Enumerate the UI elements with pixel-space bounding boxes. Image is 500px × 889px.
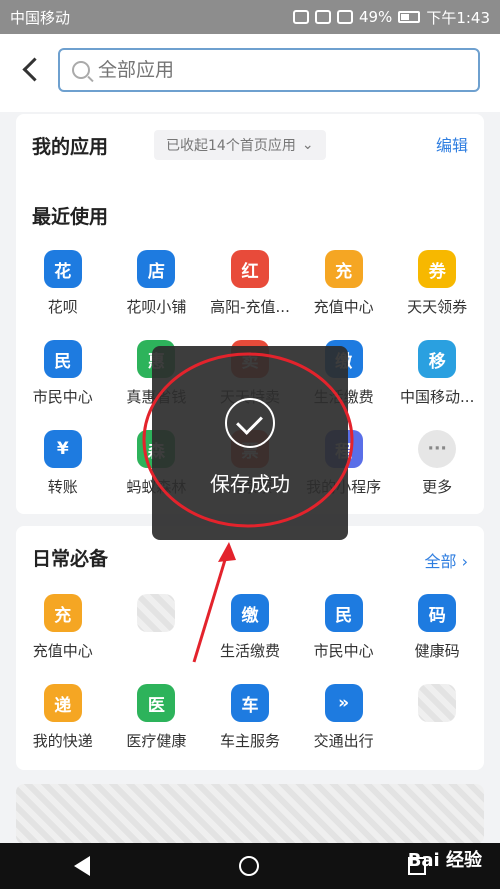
daily-title: 日常必备: [32, 548, 109, 570]
app-label: 高阳-充值...: [210, 298, 290, 316]
app-item[interactable]: 医医疗健康: [110, 678, 204, 768]
citizen-center-icon: 民: [43, 340, 82, 378]
watermark: Bai 经验: [407, 850, 482, 871]
home-nav-icon[interactable]: [238, 856, 259, 876]
coupon-icon: 券: [418, 250, 457, 288]
app-item[interactable]: 移中国移动...: [390, 334, 484, 424]
app-item[interactable]: 码健康码: [390, 588, 484, 678]
clock: 下午1:43: [426, 8, 490, 27]
red-envelope-icon: 红: [230, 250, 269, 288]
back-button[interactable]: [18, 56, 46, 84]
status-icons: 49% 下午1:43: [292, 7, 490, 28]
more-icon: ···: [418, 430, 457, 468]
huabei-icon: 花: [43, 250, 82, 288]
china-mobile-icon: 移: [418, 340, 457, 378]
search-box[interactable]: [58, 48, 480, 92]
save-success-toast: 保存成功: [152, 346, 348, 540]
blurred-section: [16, 784, 484, 844]
search-icon: [72, 61, 90, 79]
app-label: 充值中心: [313, 298, 374, 316]
wifi-icon: [336, 10, 353, 24]
citizen-center-icon: 民: [324, 594, 363, 632]
blurred-app-icon: [137, 594, 176, 632]
health-code-icon: 码: [418, 594, 457, 632]
hd-icon: [314, 10, 331, 24]
collapsed-apps-label: 已收起14个首页应用: [166, 138, 296, 154]
app-item[interactable]: 店花呗小铺: [110, 244, 204, 334]
huabei-shop-icon: 店: [137, 250, 176, 288]
alarm-icon: [292, 10, 309, 24]
daily-apps-grid: 充充值中心缴生活缴费民市民中心码健康码递我的快递医医疗健康车车主服务» 交通出行: [16, 588, 484, 768]
my-apps-title: 我的应用: [32, 136, 109, 158]
app-item[interactable]: 花花呗: [16, 244, 110, 334]
app-label: 市民中心: [32, 388, 93, 406]
all-link[interactable]: 全部 ›: [425, 548, 469, 572]
header: [0, 34, 500, 112]
app-label: 医疗健康: [126, 732, 187, 750]
app-item[interactable]: ··· 更多: [390, 424, 484, 514]
app-item[interactable]: [110, 588, 204, 678]
phone-recharge-icon: 充: [324, 250, 363, 288]
app-item[interactable]: ¥ 转账: [16, 424, 110, 514]
delivery-icon: 递: [43, 684, 82, 722]
collapsed-apps-dropdown[interactable]: 已收起14个首页应用 ⌄: [154, 130, 326, 160]
app-item[interactable]: 民市民中心: [297, 588, 391, 678]
battery-icon: [398, 11, 421, 23]
app-item[interactable]: » 交通出行: [297, 678, 391, 768]
app-item[interactable]: 充充值中心: [297, 244, 391, 334]
app-label: 生活缴费: [219, 642, 280, 660]
app-label: 交通出行: [313, 732, 374, 750]
phone-recharge-icon: 充: [43, 594, 82, 632]
app-item[interactable]: 缴生活缴费: [203, 588, 297, 678]
app-label: 充值中心: [32, 642, 93, 660]
app-item[interactable]: 递我的快递: [16, 678, 110, 768]
app-item[interactable]: 车车主服务: [203, 678, 297, 768]
app-item[interactable]: 充充值中心: [16, 588, 110, 678]
utility-payment-icon: 缴: [230, 594, 269, 632]
app-label: 转账: [47, 478, 78, 496]
app-label: 车主服务: [219, 732, 280, 750]
app-label: 我的快递: [32, 732, 93, 750]
blurred-app-icon: [418, 684, 457, 722]
app-label: 花呗: [47, 298, 78, 316]
back-nav-icon[interactable]: [74, 856, 91, 876]
medical-icon: 医: [137, 684, 176, 722]
app-label: 花呗小铺: [126, 298, 187, 316]
battery-percent: 49%: [358, 8, 393, 26]
app-item[interactable]: 红高阳-充值...: [203, 244, 297, 334]
app-item[interactable]: [390, 678, 484, 768]
app-label: 健康码: [414, 642, 460, 660]
app-item[interactable]: 券天天领券: [390, 244, 484, 334]
app-label: 中国移动...: [400, 388, 475, 406]
status-bar: 中国移动 49% 下午1:43: [0, 0, 500, 34]
toast-text: 保存成功: [210, 472, 290, 496]
car-service-icon: 车: [230, 684, 269, 722]
app-label: 更多: [422, 478, 453, 496]
app-item[interactable]: 民市民中心: [16, 334, 110, 424]
transfer-icon: ¥: [43, 430, 82, 468]
daily-card: 日常必备 全部 › 充充值中心缴生活缴费民市民中心码健康码递我的快递医医疗健康车…: [16, 526, 484, 770]
recent-title: 最近使用: [32, 206, 109, 228]
edit-button[interactable]: 编辑: [436, 132, 468, 156]
transport-icon: »: [324, 684, 363, 722]
app-label: 天天领券: [407, 298, 468, 316]
check-icon: [225, 398, 275, 448]
carrier: 中国移动: [10, 8, 71, 27]
chevron-down-icon: ⌄: [301, 137, 314, 153]
search-input[interactable]: [98, 59, 458, 81]
app-label: 市民中心: [313, 642, 374, 660]
